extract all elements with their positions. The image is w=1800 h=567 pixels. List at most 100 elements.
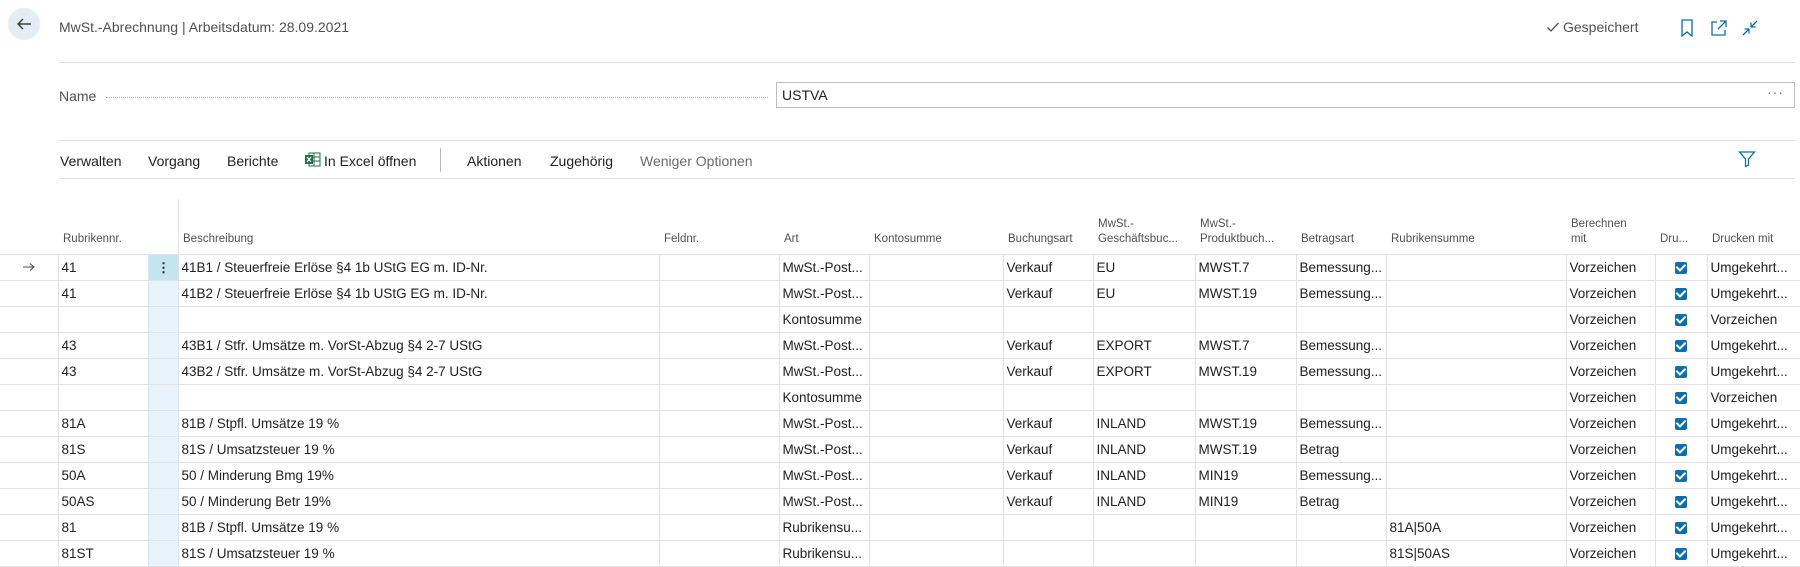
- cell-beschreibung[interactable]: 43B2 / Stfr. Umsätze m. VorSt-Abzug §4 2…: [177, 358, 660, 385]
- table-row[interactable]: 50AS 50 / Minderung Betr 19% MwSt.-Post...…: [0, 488, 1800, 515]
- cell-drucken[interactable]: [1654, 514, 1708, 541]
- cell-drucken-mit[interactable]: Vorzeichen: [1706, 384, 1800, 411]
- cell-rubrikennr[interactable]: [57, 384, 149, 411]
- cell-rubrikennr[interactable]: 81: [57, 514, 149, 541]
- cell-berechnen-mit[interactable]: Vorzeichen: [1565, 540, 1656, 567]
- cell-drucken[interactable]: [1654, 306, 1708, 333]
- cell-art[interactable]: MwSt.-Post...: [778, 358, 870, 385]
- cell-art[interactable]: MwSt.-Post...: [778, 410, 870, 437]
- cell-kontosumme[interactable]: [868, 306, 1004, 333]
- cell-kontosumme[interactable]: [868, 514, 1004, 541]
- cell-feldnr[interactable]: [658, 358, 780, 385]
- column-header[interactable]: Betragsart: [1296, 199, 1386, 255]
- cell-drucken-mit[interactable]: Umgekehrt...: [1706, 410, 1800, 437]
- cell-berechnen-mit[interactable]: Vorzeichen: [1565, 306, 1656, 333]
- cell-rubrikennr[interactable]: [57, 306, 149, 333]
- row-menu-button[interactable]: [147, 514, 179, 541]
- cell-drucken[interactable]: [1654, 332, 1708, 359]
- cell-geschaeftsbuchungsgruppe[interactable]: INLAND: [1092, 410, 1196, 437]
- cell-beschreibung[interactable]: [177, 306, 660, 333]
- cell-feldnr[interactable]: [658, 488, 780, 515]
- row-menu-button[interactable]: [147, 384, 179, 411]
- cell-betragsart[interactable]: [1295, 514, 1387, 541]
- cell-produktbuchungsgruppe[interactable]: MWST.7: [1194, 332, 1297, 359]
- cell-drucken-mit[interactable]: Umgekehrt...: [1706, 488, 1800, 515]
- cell-geschaeftsbuchungsgruppe[interactable]: INLAND: [1092, 488, 1196, 515]
- action-aktionen[interactable]: Aktionen: [467, 153, 521, 169]
- cell-drucken[interactable]: [1654, 462, 1708, 489]
- cell-rubrikensumme[interactable]: [1385, 332, 1567, 359]
- row-menu-button[interactable]: [147, 436, 179, 463]
- open-new-window-icon[interactable]: [1709, 18, 1729, 38]
- cell-geschaeftsbuchungsgruppe[interactable]: [1092, 514, 1196, 541]
- action-open-in-excel[interactable]: In Excel öffnen: [324, 153, 416, 169]
- cell-art[interactable]: Rubrikensu...: [778, 514, 870, 541]
- column-header[interactable]: Feldnr.: [659, 199, 779, 255]
- cell-produktbuchungsgruppe[interactable]: [1194, 384, 1297, 411]
- row-menu-button[interactable]: [147, 488, 179, 515]
- cell-rubrikennr[interactable]: 41: [57, 280, 149, 307]
- cell-produktbuchungsgruppe[interactable]: MWST.19: [1194, 280, 1297, 307]
- cell-beschreibung[interactable]: 41B1 / Steuerfreie Erlöse §4 1b UStG EG …: [177, 254, 660, 281]
- cell-betragsart[interactable]: [1295, 306, 1387, 333]
- row-menu-button[interactable]: [147, 540, 179, 567]
- column-header[interactable]: Berechnen mit: [1566, 199, 1655, 255]
- cell-drucken-mit[interactable]: Umgekehrt...: [1706, 358, 1800, 385]
- table-row[interactable]: 41 ⋮ 41B1 / Steuerfreie Erlöse §4 1b UStG …: [0, 254, 1800, 281]
- cell-kontosumme[interactable]: [868, 358, 1004, 385]
- cell-feldnr[interactable]: [658, 540, 780, 567]
- print-checkbox[interactable]: [1674, 314, 1687, 327]
- column-header[interactable]: Rubrikennr.: [58, 199, 148, 255]
- cell-berechnen-mit[interactable]: Vorzeichen: [1565, 280, 1656, 307]
- print-checkbox[interactable]: [1674, 470, 1687, 483]
- cell-kontosumme[interactable]: [868, 462, 1004, 489]
- cell-betragsart[interactable]: [1295, 384, 1387, 411]
- cell-produktbuchungsgruppe[interactable]: [1194, 306, 1297, 333]
- row-menu-button[interactable]: [147, 332, 179, 359]
- cell-beschreibung[interactable]: 81S / Umsatzsteuer 19 %: [177, 436, 660, 463]
- cell-geschaeftsbuchungsgruppe[interactable]: [1092, 306, 1196, 333]
- cell-betragsart[interactable]: Betrag: [1295, 488, 1387, 515]
- cell-berechnen-mit[interactable]: Vorzeichen: [1565, 332, 1656, 359]
- print-checkbox[interactable]: [1674, 418, 1687, 431]
- column-header[interactable]: Buchungsart: [1003, 199, 1093, 255]
- cell-berechnen-mit[interactable]: Vorzeichen: [1565, 436, 1656, 463]
- cell-art[interactable]: MwSt.-Post...: [778, 280, 870, 307]
- cell-geschaeftsbuchungsgruppe[interactable]: EU: [1092, 254, 1196, 281]
- cell-produktbuchungsgruppe[interactable]: MWST.19: [1194, 436, 1297, 463]
- row-menu-button[interactable]: [147, 410, 179, 437]
- row-menu-button[interactable]: [147, 280, 179, 307]
- column-header[interactable]: Dru...: [1655, 199, 1707, 255]
- table-row[interactable]: 50A 50 / Minderung Bmg 19% MwSt.-Post... Ve…: [0, 462, 1800, 489]
- cell-drucken[interactable]: [1654, 488, 1708, 515]
- cell-produktbuchungsgruppe[interactable]: MWST.19: [1194, 358, 1297, 385]
- cell-betragsart[interactable]: Bemessung...: [1295, 462, 1387, 489]
- cell-drucken-mit[interactable]: Umgekehrt...: [1706, 332, 1800, 359]
- cell-produktbuchungsgruppe[interactable]: MWST.7: [1194, 254, 1297, 281]
- cell-betragsart[interactable]: Bemessung...: [1295, 410, 1387, 437]
- cell-drucken[interactable]: [1654, 436, 1708, 463]
- cell-drucken[interactable]: [1654, 384, 1708, 411]
- print-checkbox[interactable]: [1674, 392, 1687, 405]
- cell-drucken-mit[interactable]: Umgekehrt...: [1706, 514, 1800, 541]
- cell-drucken-mit[interactable]: Umgekehrt...: [1706, 462, 1800, 489]
- cell-drucken[interactable]: [1654, 358, 1708, 385]
- cell-buchungsart[interactable]: Verkauf: [1002, 358, 1094, 385]
- table-row[interactable]: 43 43B1 / Stfr. Umsätze m. VorSt-Abzug §4…: [0, 332, 1800, 359]
- cell-beschreibung[interactable]: 81B / Stpfl. Umsätze 19 %: [177, 410, 660, 437]
- table-row[interactable]: 81S 81S / Umsatzsteuer 19 % MwSt.-Post... V…: [0, 436, 1800, 463]
- bookmark-icon[interactable]: [1677, 18, 1697, 38]
- cell-rubrikennr[interactable]: 43: [57, 332, 149, 359]
- print-checkbox[interactable]: [1674, 288, 1687, 301]
- print-checkbox[interactable]: [1674, 444, 1687, 457]
- cell-buchungsart[interactable]: Verkauf: [1002, 332, 1094, 359]
- cell-drucken-mit[interactable]: Umgekehrt...: [1706, 540, 1800, 567]
- action-verwalten[interactable]: Verwalten: [60, 153, 121, 169]
- cell-kontosumme[interactable]: [868, 280, 1004, 307]
- cell-art[interactable]: MwSt.-Post...: [778, 254, 870, 281]
- cell-berechnen-mit[interactable]: Vorzeichen: [1565, 462, 1656, 489]
- table-row[interactable]: 81 81B / Stpfl. Umsätze 19 % Rubrikensu...…: [0, 514, 1800, 541]
- cell-kontosumme[interactable]: [868, 254, 1004, 281]
- cell-buchungsart[interactable]: [1002, 514, 1094, 541]
- cell-beschreibung[interactable]: [177, 384, 660, 411]
